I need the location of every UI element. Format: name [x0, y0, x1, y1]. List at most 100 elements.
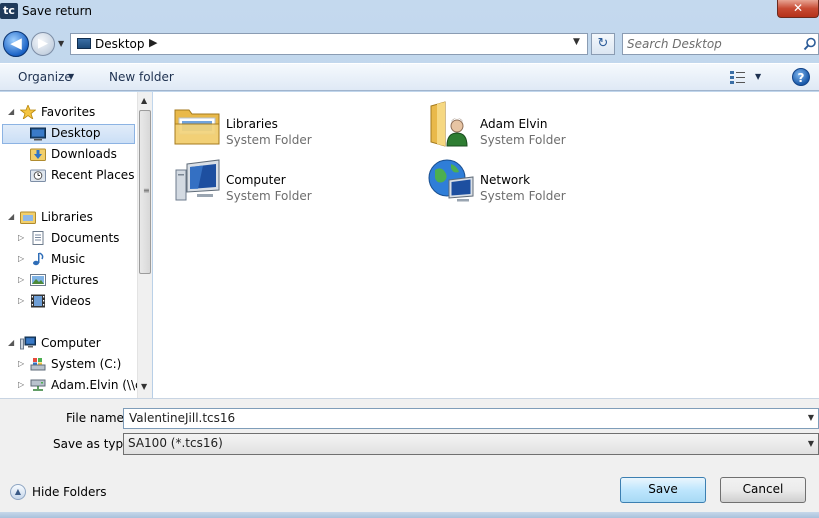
collapse-arrow-icon[interactable]: ▷ — [18, 296, 24, 305]
scroll-down-arrow-icon[interactable]: ▼ — [141, 382, 147, 391]
scroll-up-arrow-icon[interactable]: ▲ — [141, 96, 147, 105]
computer-icon — [20, 336, 36, 350]
item-name: Libraries — [226, 117, 278, 131]
list-item-libraries[interactable]: Libraries System Folder — [173, 100, 413, 152]
tree-item-music[interactable]: ▷ Music — [18, 250, 136, 270]
search-box[interactable] — [622, 33, 819, 55]
search-icon[interactable] — [803, 37, 817, 51]
address-bar[interactable]: Desktop ▶ ▼ — [70, 33, 588, 55]
command-bar: Organize ▼ New folder ▼ ? — [0, 63, 819, 91]
save-button[interactable]: Save — [620, 477, 706, 503]
organize-dropdown-icon[interactable]: ▼ — [68, 72, 74, 81]
search-input[interactable] — [627, 36, 797, 52]
list-item-adam-elvin[interactable]: Adam Elvin System Folder — [427, 100, 667, 152]
tree-item-pictures[interactable]: ▷ Pictures — [18, 271, 136, 291]
expand-arrow-icon[interactable]: ◢ — [8, 107, 14, 116]
file-name-input[interactable]: ValentineJill.tcs16 ▼ — [123, 408, 819, 429]
window-title: Save return — [22, 4, 92, 18]
back-button[interactable]: ◀ — [3, 31, 29, 57]
documents-icon — [32, 231, 44, 245]
file-list: Libraries System Folder Adam Elvin Syste… — [153, 92, 819, 398]
collapse-arrow-icon[interactable]: ▷ — [18, 275, 24, 284]
star-icon — [20, 105, 36, 119]
close-button[interactable]: ✕ — [777, 0, 819, 18]
list-item-network[interactable]: Network System Folder — [427, 156, 667, 208]
navigation-scrollbar[interactable]: ▲ ≡ ▼ — [137, 92, 152, 398]
title-bar: tc Save return ✕ — [0, 0, 819, 24]
music-note-icon — [33, 252, 44, 266]
hide-folders-label[interactable]: Hide Folders — [32, 485, 107, 499]
downloads-folder-icon — [30, 148, 46, 161]
tree-label: Adam.Elvin (\\c — [51, 378, 142, 392]
collapse-arrow-icon[interactable]: ▷ — [18, 254, 24, 263]
tree-item-documents[interactable]: ▷ Documents — [18, 229, 136, 249]
item-name: Computer — [226, 173, 286, 187]
tree-label: Documents — [51, 231, 120, 245]
new-folder-button[interactable]: New folder — [109, 70, 174, 84]
help-icon[interactable]: ? — [792, 68, 810, 86]
item-name: Network — [480, 173, 531, 187]
film-strip-icon — [31, 294, 45, 308]
tree-item-favorites[interactable]: ◢ Favorites — [8, 103, 136, 123]
collapse-arrow-icon[interactable]: ▷ — [18, 380, 24, 389]
tree-item-libraries[interactable]: ◢ Libraries — [8, 208, 136, 228]
tree-item-downloads[interactable]: Downloads — [8, 145, 136, 165]
item-type: System Folder — [226, 189, 312, 203]
view-dropdown-icon[interactable]: ▼ — [755, 72, 761, 81]
save-as-type-select[interactable]: SA100 (*.tcs16) ▼ — [123, 433, 819, 455]
tree-item-videos[interactable]: ▷ Videos — [18, 292, 136, 312]
cancel-button[interactable]: Cancel — [720, 477, 806, 503]
save-dialog: tc Save return ✕ ◀ ▶ ▼ Desktop ▶ ▼ ↻ Org… — [0, 0, 819, 518]
collapse-arrow-icon[interactable]: ▷ — [18, 359, 24, 368]
tree-label: System (C:) — [51, 357, 122, 371]
hard-drive-icon — [30, 358, 46, 371]
tree-label: Downloads — [51, 147, 117, 161]
tree-label: Desktop — [51, 126, 101, 140]
expand-arrow-icon[interactable]: ◢ — [8, 212, 14, 221]
grip-icon: ≡ — [143, 186, 150, 195]
tree-label: Recent Places — [51, 168, 135, 182]
file-name-dropdown-icon[interactable]: ▼ — [808, 413, 814, 422]
tree-item-computer[interactable]: ◢ Computer — [8, 334, 136, 354]
item-type: System Folder — [226, 133, 312, 147]
chevron-up-icon[interactable]: ▲ — [10, 484, 26, 500]
scrollbar-thumb[interactable]: ≡ — [139, 110, 151, 274]
item-type: System Folder — [480, 189, 566, 203]
save-as-type-dropdown-icon[interactable]: ▼ — [808, 439, 814, 448]
recent-pages-dropdown-icon[interactable]: ▼ — [58, 39, 64, 48]
tree-label: Music — [51, 252, 86, 266]
collapse-arrow-icon[interactable]: ▷ — [18, 233, 24, 242]
tree-item-network-drive[interactable]: ▷ Adam.Elvin (\\c — [18, 376, 142, 396]
organize-button[interactable]: Organize — [18, 70, 72, 84]
save-as-type-value[interactable]: SA100 (*.tcs16) — [128, 436, 223, 450]
tree-label: Videos — [51, 294, 91, 308]
user-folder-icon — [430, 101, 468, 147]
file-name-value[interactable]: ValentineJill.tcs16 — [129, 411, 235, 425]
window-border — [0, 512, 819, 518]
address-dropdown-icon[interactable]: ▼ — [573, 37, 580, 47]
tree-label: Favorites — [41, 105, 96, 119]
tree-item-system-c[interactable]: ▷ System (C:) — [18, 355, 136, 375]
recent-places-icon — [30, 169, 46, 182]
computer-icon — [175, 159, 220, 201]
forward-button[interactable]: ▶ — [31, 32, 55, 56]
refresh-button[interactable]: ↻ — [591, 33, 615, 55]
list-item-computer[interactable]: Computer System Folder — [173, 156, 413, 208]
expand-arrow-icon[interactable]: ◢ — [8, 338, 14, 347]
pictures-icon — [30, 274, 46, 286]
navigation-pane: ◢ Favorites Desktop Downloads Recent Pla… — [0, 92, 152, 398]
tree-item-recent-places[interactable]: Recent Places — [8, 166, 136, 186]
desktop-icon — [30, 127, 46, 141]
breadcrumb-chevron-icon[interactable]: ▶ — [149, 36, 157, 49]
address-location[interactable]: Desktop — [95, 37, 145, 51]
network-drive-icon — [30, 379, 46, 391]
tree-item-desktop[interactable]: Desktop — [2, 124, 135, 144]
file-name-label: File name: — [66, 411, 128, 425]
tree-label: Pictures — [51, 273, 99, 287]
change-view-icon[interactable] — [730, 70, 746, 84]
desktop-icon — [77, 38, 91, 49]
libraries-icon — [20, 211, 36, 224]
item-name: Adam Elvin — [480, 117, 548, 131]
app-icon: tc — [0, 3, 18, 19]
network-icon — [428, 159, 474, 202]
